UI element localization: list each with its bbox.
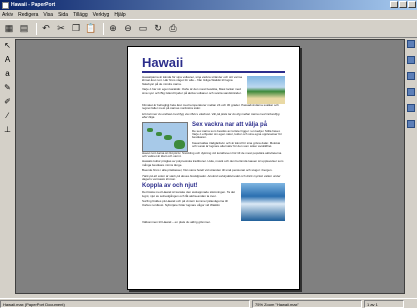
paragraph: Det bästa med Hawaii är kanske den avsla… — [142, 191, 236, 198]
paragraph: Tänk på att solen är stark på dessa bred… — [142, 174, 281, 182]
section2-row: Koppla av och njut! Det bästa med Hawaii… — [142, 183, 285, 222]
island-shape — [156, 131, 162, 136]
menu-tillagg[interactable]: Tillägg — [73, 12, 88, 18]
document-canvas[interactable]: Hawaii Hawaiiöarna är kända för sina vul… — [15, 39, 405, 294]
window-controls — [390, 1, 416, 8]
closing-paragraph: Välkommen till Hawaii – en plats du aldr… — [142, 221, 211, 225]
zoom-in-icon[interactable]: ⊕ — [107, 23, 119, 35]
section1-row: Sex vackra nar att välja på De sex öarna… — [142, 121, 285, 152]
status-page: 1 av 1 — [364, 299, 404, 308]
paragraph: Varje ö har sin egen karaktär. Oahu är d… — [142, 88, 242, 95]
annotation-toolbar: ↖ A a ✎ ✐ ∕ ⊥ — [1, 40, 14, 290]
island-shape — [174, 139, 185, 149]
send-to-app-icon[interactable] — [407, 56, 415, 64]
document-page[interactable]: Hawaii Hawaiiöarna är kända för sina vul… — [127, 46, 300, 290]
send-to-app-icon[interactable] — [407, 88, 415, 96]
toolbar: ▦ ▤ ↶ ✂ ❐ 📋 ⊕ ⊖ ▭ ↻ ⎙ — [0, 19, 417, 38]
island-map-image — [142, 121, 188, 152]
copy-icon[interactable]: ❐ — [70, 23, 82, 35]
document-title: Hawaii — [142, 55, 184, 70]
line-tool-icon[interactable]: ∕ — [2, 110, 13, 121]
page-view-icon[interactable]: ▤ — [18, 23, 30, 35]
select-arrow-icon[interactable]: ↖ — [2, 40, 13, 51]
close-button[interactable] — [408, 1, 416, 8]
menu-redigera[interactable]: Redigera — [18, 12, 38, 18]
toolbar-separator — [103, 22, 104, 35]
status-bar: Hawaii.max (PaperPort Document) 75% Zoom… — [0, 298, 417, 308]
text-box-icon[interactable]: A — [2, 54, 13, 65]
stamp-icon[interactable]: ⊥ — [2, 124, 13, 135]
menu-arkiv[interactable]: Arkiv — [2, 12, 13, 18]
title-bar: Hawaii - PaperPort — [0, 0, 417, 10]
paragraph: De sex öarna som besöks av turister ligg… — [192, 129, 282, 140]
freehand-pen-icon[interactable]: ✐ — [2, 96, 13, 107]
window-title: Hawaii - PaperPort — [11, 2, 56, 8]
cut-icon[interactable]: ✂ — [55, 23, 67, 35]
send-to-app-icon[interactable] — [407, 72, 415, 80]
send-to-app-icon[interactable] — [407, 40, 415, 48]
minimize-button[interactable] — [390, 1, 398, 8]
surfer-photo — [241, 183, 285, 222]
paragraph: Kauai kallas trädgårdsön och är känd för… — [192, 141, 281, 149]
menu-verktyg[interactable]: Verktyg — [93, 12, 110, 18]
app-icon — [2, 1, 9, 9]
paste-icon[interactable]: 📋 — [85, 23, 97, 35]
paragraph: Klimatet är behagligt hela året med temp… — [142, 104, 279, 111]
status-zoom: 75% Zoom "Hawaii.max" — [252, 299, 362, 308]
highlighter-icon[interactable]: ✎ — [2, 82, 13, 93]
menu-hjalp[interactable]: Hjälp — [114, 12, 125, 18]
paragraph: Hit kommer du enklast med flyg via USA:s… — [142, 112, 280, 120]
send-to-app-icon[interactable] — [407, 120, 415, 128]
beach-photo — [247, 76, 285, 104]
title-rule — [142, 71, 285, 73]
paragraph: Hawaiis kultur präglas av polynesiska tr… — [142, 160, 284, 167]
text-note-icon[interactable]: a — [2, 68, 13, 79]
menu-visa[interactable]: Visa — [43, 12, 53, 18]
menu-bar: Arkiv Redigera Visa Sida Tillägg Verktyg… — [0, 10, 417, 19]
island-shape — [164, 134, 172, 140]
zoom-out-icon[interactable]: ⊖ — [122, 23, 134, 35]
intro-paragraph: Hawaiiöarna är kända för sina vulkaner, … — [142, 76, 243, 86]
section-heading: Sex vackra nar att välja på — [192, 121, 268, 128]
section-heading: Koppla av och njut! — [142, 183, 198, 190]
rotate-icon[interactable]: ↻ — [152, 23, 164, 35]
paragraph: Boende finns i alla prisklasser, från st… — [142, 169, 273, 173]
maximize-button[interactable] — [399, 1, 407, 8]
paragraph: Havet runt öarna är rikt på liv. Snorkli… — [142, 151, 282, 159]
toolbar-separator — [36, 22, 37, 35]
send-to-bar — [405, 40, 417, 290]
intro-row: Hawaiiöarna är kända för sina vulkaner, … — [142, 76, 285, 104]
paragraph: Surfing föddes på Hawaii och på vintern … — [142, 200, 228, 207]
print-icon[interactable]: ⎙ — [167, 23, 179, 35]
thumbnail-view-icon[interactable]: ▦ — [3, 23, 15, 35]
send-to-app-icon[interactable] — [407, 104, 415, 112]
island-shape — [147, 127, 153, 132]
fit-page-icon[interactable]: ▭ — [137, 23, 149, 35]
undo-icon[interactable]: ↶ — [40, 23, 52, 35]
menu-sida[interactable]: Sida — [58, 12, 68, 18]
status-document: Hawaii.max (PaperPort Document) — [0, 299, 250, 308]
